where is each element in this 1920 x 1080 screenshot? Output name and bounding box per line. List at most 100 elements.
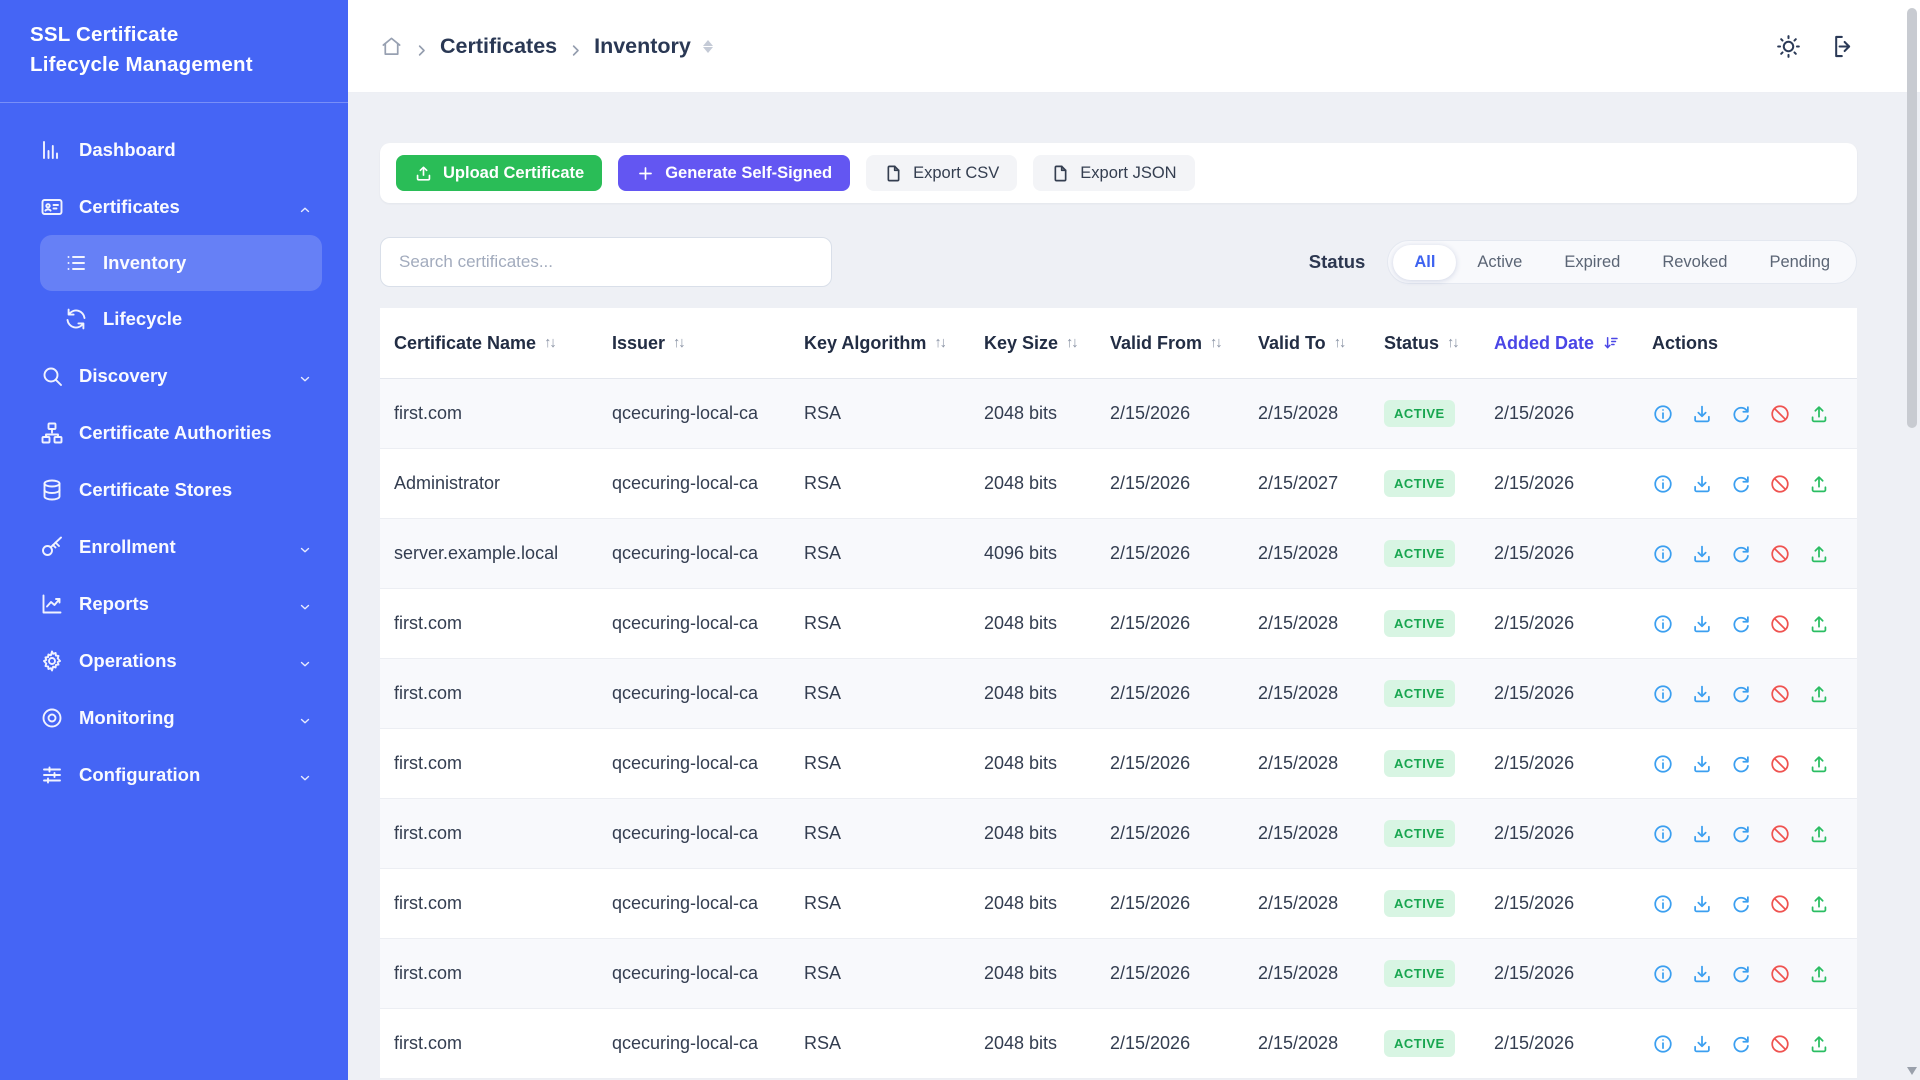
table-row[interactable]: server.example.localqcecuring-local-caRS…: [380, 519, 1857, 589]
row-action-renew[interactable]: [1730, 473, 1752, 495]
table-row[interactable]: first.comqcecuring-local-caRSA2048 bits2…: [380, 379, 1857, 449]
row-action-export[interactable]: [1808, 543, 1830, 565]
row-action-revoke[interactable]: [1769, 683, 1791, 705]
breadcrumb-item-certificates[interactable]: Certificates: [440, 34, 557, 59]
breadcrumb-item-inventory[interactable]: Inventory: [594, 34, 691, 59]
row-action-revoke[interactable]: [1769, 403, 1791, 425]
row-action-download[interactable]: [1691, 613, 1713, 635]
row-action-export[interactable]: [1808, 753, 1830, 775]
row-action-revoke[interactable]: [1769, 893, 1791, 915]
row-action-export[interactable]: [1808, 1033, 1830, 1055]
column-header-certificate-name[interactable]: Certificate Name↑↓: [394, 333, 612, 354]
sidebar-item-reports[interactable]: Reports: [0, 575, 348, 632]
row-action-renew[interactable]: [1730, 403, 1752, 425]
row-action-download[interactable]: [1691, 1033, 1713, 1055]
sidebar-item-certificate-stores[interactable]: Certificate Stores: [0, 461, 348, 518]
sidebar-item-dashboard[interactable]: Dashboard: [0, 121, 348, 178]
row-action-info[interactable]: [1652, 403, 1674, 425]
row-action-export[interactable]: [1808, 473, 1830, 495]
row-action-info[interactable]: [1652, 823, 1674, 845]
row-action-info[interactable]: [1652, 613, 1674, 635]
row-action-revoke[interactable]: [1769, 963, 1791, 985]
row-action-revoke[interactable]: [1769, 753, 1791, 775]
status-filter-all[interactable]: All: [1393, 245, 1456, 280]
row-action-download[interactable]: [1691, 683, 1713, 705]
breadcrumb-home-button[interactable]: [380, 35, 403, 58]
column-header-status[interactable]: Status↑↓: [1384, 333, 1494, 354]
row-action-revoke[interactable]: [1769, 613, 1791, 635]
row-action-info[interactable]: [1652, 893, 1674, 915]
sidebar-item-monitoring[interactable]: Monitoring: [0, 689, 348, 746]
table-row[interactable]: first.comqcecuring-local-caRSA2048 bits2…: [380, 589, 1857, 659]
scrollbar[interactable]: [1904, 0, 1920, 1080]
export-csv-button[interactable]: Export CSV: [866, 155, 1017, 191]
status-filter-pending[interactable]: Pending: [1748, 245, 1851, 280]
column-header-key-size[interactable]: Key Size↑↓: [984, 333, 1110, 354]
column-header-valid-to[interactable]: Valid To↑↓: [1258, 333, 1384, 354]
column-header-valid-from[interactable]: Valid From↑↓: [1110, 333, 1258, 354]
row-action-renew[interactable]: [1730, 683, 1752, 705]
column-header-issuer[interactable]: Issuer↑↓: [612, 333, 804, 354]
row-action-renew[interactable]: [1730, 753, 1752, 775]
table-row[interactable]: first.comqcecuring-local-caRSA2048 bits2…: [380, 659, 1857, 729]
row-action-renew[interactable]: [1730, 963, 1752, 985]
row-action-renew[interactable]: [1730, 613, 1752, 635]
search-input[interactable]: [380, 237, 832, 287]
row-action-export[interactable]: [1808, 613, 1830, 635]
row-action-revoke[interactable]: [1769, 543, 1791, 565]
scrollbar-thumb[interactable]: [1907, 8, 1917, 428]
generate-self-signed-button[interactable]: Generate Self-Signed: [618, 155, 850, 191]
row-action-info[interactable]: [1652, 473, 1674, 495]
row-action-info[interactable]: [1652, 683, 1674, 705]
table-row[interactable]: first.comqcecuring-local-caRSA2048 bits2…: [380, 799, 1857, 869]
row-action-download[interactable]: [1691, 753, 1713, 775]
row-action-download[interactable]: [1691, 473, 1713, 495]
row-action-revoke[interactable]: [1769, 473, 1791, 495]
row-action-renew[interactable]: [1730, 1033, 1752, 1055]
sidebar-item-configuration[interactable]: Configuration: [0, 746, 348, 803]
row-action-export[interactable]: [1808, 893, 1830, 915]
column-header-added-date[interactable]: Added Date: [1494, 333, 1652, 354]
row-action-download[interactable]: [1691, 543, 1713, 565]
row-action-download[interactable]: [1691, 823, 1713, 845]
table-row[interactable]: Administratorqcecuring-local-caRSA2048 b…: [380, 449, 1857, 519]
row-action-revoke[interactable]: [1769, 1033, 1791, 1055]
sidebar-item-operations[interactable]: Operations: [0, 632, 348, 689]
sidebar-item-lifecycle[interactable]: Lifecycle: [40, 291, 322, 347]
row-action-info[interactable]: [1652, 963, 1674, 985]
status-filter-active[interactable]: Active: [1456, 245, 1543, 280]
row-action-renew[interactable]: [1730, 543, 1752, 565]
export-json-button[interactable]: Export JSON: [1033, 155, 1194, 191]
sidebar-item-enrollment[interactable]: Enrollment: [0, 518, 348, 575]
upload-certificate-button[interactable]: Upload Certificate: [396, 155, 602, 191]
status-filter-revoked[interactable]: Revoked: [1641, 245, 1748, 280]
sidebar-item-inventory[interactable]: Inventory: [40, 235, 322, 291]
sidebar-item-discovery[interactable]: Discovery: [0, 347, 348, 404]
row-action-info[interactable]: [1652, 1033, 1674, 1055]
row-action-download[interactable]: [1691, 403, 1713, 425]
row-action-export[interactable]: [1808, 403, 1830, 425]
status-filter-expired[interactable]: Expired: [1543, 245, 1641, 280]
row-action-download[interactable]: [1691, 893, 1713, 915]
logout-button[interactable]: [1830, 33, 1857, 60]
row-action-renew[interactable]: [1730, 823, 1752, 845]
sidebar-item-certificate-authorities[interactable]: Certificate Authorities: [0, 404, 348, 461]
sidebar-item-certificates[interactable]: Certificates: [0, 178, 348, 235]
table-row[interactable]: first.comqcecuring-local-caRSA2048 bits2…: [380, 1009, 1857, 1079]
table-row[interactable]: first.comqcecuring-local-caRSA2048 bits2…: [380, 869, 1857, 939]
row-action-info[interactable]: [1652, 543, 1674, 565]
table-body: first.comqcecuring-local-caRSA2048 bits2…: [380, 379, 1857, 1079]
column-header-key-algorithm[interactable]: Key Algorithm↑↓: [804, 333, 984, 354]
table-row[interactable]: first.comqcecuring-local-caRSA2048 bits2…: [380, 939, 1857, 1009]
row-action-revoke[interactable]: [1769, 823, 1791, 845]
row-action-export[interactable]: [1808, 963, 1830, 985]
theme-toggle-button[interactable]: [1775, 33, 1802, 60]
table-row[interactable]: first.comqcecuring-local-caRSA2048 bits2…: [380, 729, 1857, 799]
row-action-info[interactable]: [1652, 753, 1674, 775]
row-action-renew[interactable]: [1730, 893, 1752, 915]
cell-added-date: 2/15/2026: [1494, 753, 1652, 774]
scrollbar-down-arrow-icon[interactable]: [1907, 1067, 1917, 1075]
row-action-download[interactable]: [1691, 963, 1713, 985]
row-action-export[interactable]: [1808, 683, 1830, 705]
row-action-export[interactable]: [1808, 823, 1830, 845]
